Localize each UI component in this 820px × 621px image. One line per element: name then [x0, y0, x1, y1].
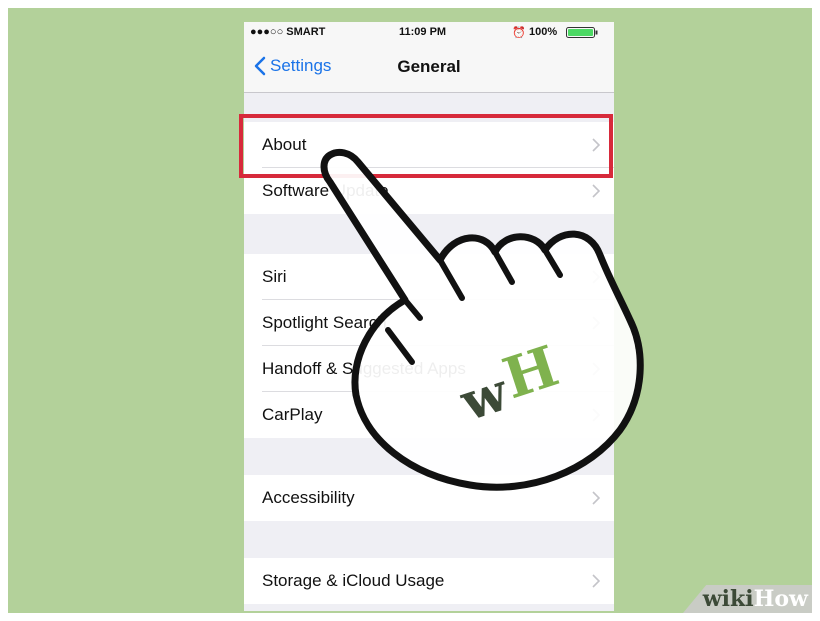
pointing-hand-icon: w H — [320, 148, 644, 491]
watermark-how: How — [753, 586, 808, 612]
watermark-wiki: wiki — [702, 586, 754, 612]
